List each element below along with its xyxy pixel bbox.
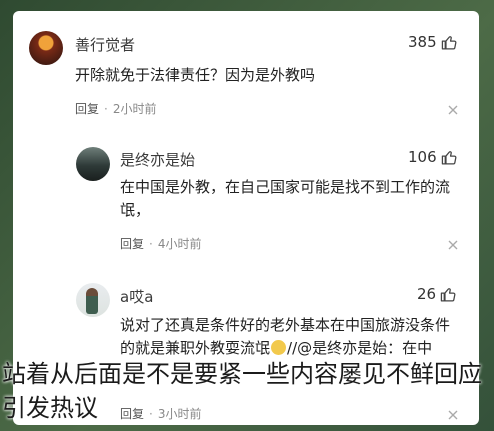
close-icon[interactable] <box>447 239 459 251</box>
comment-text: 开除就免于法律责任？因为是外教吗 <box>75 66 316 84</box>
username[interactable]: 善行觉者 <box>75 34 135 55</box>
close-icon[interactable] <box>447 104 459 116</box>
like-count: 106 <box>408 148 437 166</box>
avatar[interactable] <box>76 283 110 317</box>
like-button[interactable]: 385 <box>408 33 458 51</box>
comment-item: 善行觉者 385 开除就免于法律责任？因为是外教吗 回复 · 2小时前 <box>13 11 479 131</box>
comment-meta: 回复 · 4小时前 <box>120 237 202 251</box>
reply-button[interactable]: 回复 <box>120 237 144 251</box>
background-frame: 善行觉者 385 开除就免于法律责任？因为是外教吗 回复 · 2小时前 是终亦是始 … <box>0 0 494 431</box>
timestamp: 4小时前 <box>157 237 202 251</box>
comment-text: 在中国是外教，在自己国家可能是找不到工作的流氓， <box>120 178 451 219</box>
timestamp: 2小时前 <box>112 102 157 116</box>
username[interactable]: 是终亦是始 <box>120 149 195 170</box>
laughing-emoji-icon <box>271 340 287 355</box>
like-count: 26 <box>417 285 437 303</box>
overlay-caption: 站着从后面是不是要紧一些内容屡见不鲜回应引发热议 <box>2 360 482 422</box>
comment-text-part: //@是终亦是始：在中 <box>287 339 433 357</box>
username[interactable]: a哎a <box>120 286 153 307</box>
like-count: 385 <box>408 33 437 51</box>
like-button[interactable]: 106 <box>408 148 458 166</box>
thumbs-up-icon <box>440 287 456 302</box>
comment-text-line: 说对了还真是条件好的老外基本在中国旅游没条件 <box>120 316 451 334</box>
comment-text-part: 的就是兼职外教耍流氓 <box>120 339 271 357</box>
thumbs-up-icon <box>441 150 457 165</box>
comment-text: 说对了还真是条件好的老外基本在中国旅游没条件 的就是兼职外教耍流氓 //@是终亦是… <box>120 314 470 360</box>
reply-button[interactable]: 回复 <box>75 102 99 116</box>
avatar[interactable] <box>29 31 63 65</box>
avatar[interactable] <box>76 147 110 181</box>
comment-item: 是终亦是始 106 在中国是外教，在自己国家可能是找不到工作的流氓， 回复 · 4小… <box>13 131 479 266</box>
thumbs-up-icon <box>441 35 457 50</box>
like-button[interactable]: 26 <box>417 285 457 303</box>
comment-meta: 回复 · 2小时前 <box>75 102 157 116</box>
